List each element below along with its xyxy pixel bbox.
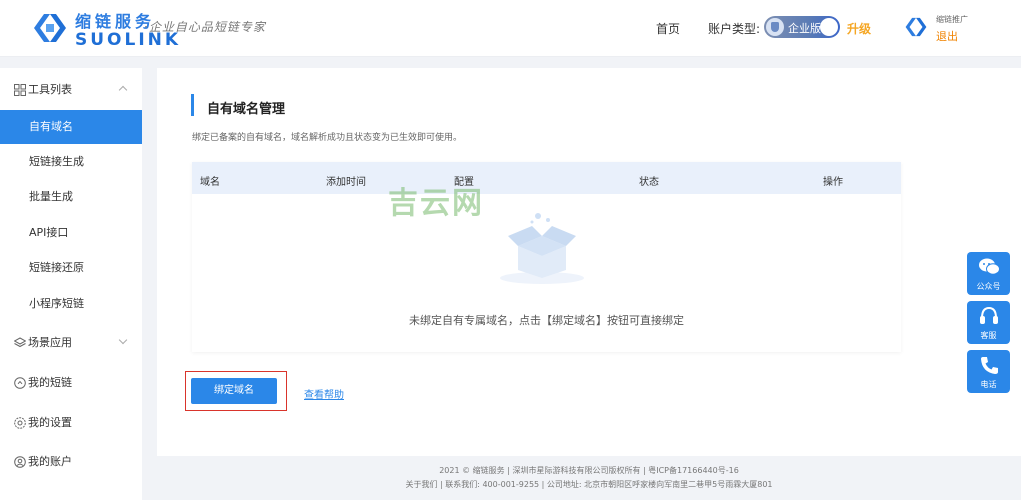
grid-icon <box>14 84 26 96</box>
sidebar-item-shortlink-restore[interactable]: 短链接还原 <box>0 251 142 285</box>
plan-name: 企业版 <box>788 22 821 35</box>
logout-link[interactable]: 退出 <box>936 28 958 44</box>
empty-state-text: 未绑定自有专属域名，点击【绑定域名】按钮可直接绑定 <box>409 314 684 327</box>
user-name: 缩链推广 <box>936 15 968 24</box>
page-description: 绑定已备案的自有域名，域名解析成功且状态变为已生效即可使用。 <box>192 133 463 143</box>
service-label: 客服 <box>980 331 997 340</box>
wechat-icon <box>979 258 1000 275</box>
sidebar-group-tools[interactable]: 工具列表 <box>0 73 142 107</box>
sidebar-item-label: 自有域名 <box>29 120 73 133</box>
table-header: 域名 添加时间 配置 状态 操作 <box>192 162 901 194</box>
upgrade-link[interactable]: 升级 <box>847 20 871 37</box>
gear-icon <box>14 417 26 429</box>
phone-button[interactable]: 电话 <box>967 350 1010 393</box>
wechat-label: 公众号 <box>976 282 1001 291</box>
sidebar-item-label: 我的短链 <box>28 376 72 389</box>
phone-icon <box>981 357 998 374</box>
help-link[interactable]: 查看帮助 <box>304 386 344 401</box>
wechat-official-button[interactable]: 公众号 <box>967 252 1010 295</box>
toggle-knob <box>820 18 838 36</box>
account-type-label: 账户类型: <box>708 22 761 36</box>
sidebar-group-scenes[interactable]: 场景应用 <box>0 326 142 360</box>
watermark: 吉云网 <box>388 186 484 221</box>
chevron-up-icon <box>118 85 128 95</box>
sidebar-item-label: 我的设置 <box>28 416 72 429</box>
sidebar-item-label: 短链接还原 <box>29 261 84 274</box>
page-title: 自有域名管理 <box>207 102 286 117</box>
sidebar-item-api[interactable]: API接口 <box>0 216 142 250</box>
column-header-domain: 域名 <box>200 177 220 188</box>
sidebar-item-label: 小程序短链 <box>29 297 84 310</box>
empty-box-illustration-icon <box>500 213 584 284</box>
sidebar-item-own-domain[interactable]: 自有域名 <box>0 110 142 144</box>
sidebar-item-label: API接口 <box>29 226 69 239</box>
sidebar-item-label: 工具列表 <box>28 83 72 96</box>
title-accent-bar <box>191 94 194 116</box>
layers-icon <box>14 337 26 348</box>
slogan: ·企业自心品短链专家 <box>144 20 266 34</box>
chevron-down-icon <box>118 335 128 345</box>
nav-home-link[interactable]: 首页 <box>656 20 680 37</box>
domain-table: 域名 添加时间 配置 状态 操作 未绑定自有专属域名，点击【绑定域名】按钮可直接… <box>192 162 901 352</box>
footer-links: 关于我们 | 联系我们: 400-001-9255 | 公司地址: 北京市朝阳区… <box>405 480 773 489</box>
column-header-status: 状态 <box>639 177 659 188</box>
sidebar-item-shortlink-generate[interactable]: 短链接生成 <box>0 145 142 179</box>
column-header-actions: 操作 <box>823 177 843 188</box>
column-header-added-time: 添加时间 <box>326 177 366 188</box>
sidebar-group-settings[interactable]: 我的设置 <box>0 406 142 440</box>
bind-domain-button[interactable]: 绑定域名 <box>191 378 277 404</box>
top-header: 缩链服务 SUOLINK ·企业自心品短链专家 首页 账户类型: 企业版 升级 … <box>0 0 1021 57</box>
plan-badge[interactable]: 企业版 <box>764 16 840 38</box>
sidebar-item-label: 短链接生成 <box>29 155 84 168</box>
sidebar-item-label: 场景应用 <box>28 336 72 349</box>
shield-icon <box>766 18 784 36</box>
sidebar-item-batch-generate[interactable]: 批量生成 <box>0 180 142 214</box>
link-circle-icon <box>14 377 26 389</box>
sidebar: 工具列表 自有域名 短链接生成 批量生成 API接口 短链接还原 小程序短链 场… <box>0 68 142 500</box>
sidebar-item-label: 批量生成 <box>29 190 73 203</box>
suolink-logo-icon[interactable] <box>30 10 70 46</box>
sidebar-item-miniprogram-link[interactable]: 小程序短链 <box>0 287 142 321</box>
phone-label: 电话 <box>980 380 997 389</box>
customer-service-button[interactable]: 客服 <box>967 301 1010 344</box>
headset-icon <box>980 306 998 324</box>
user-avatar-icon <box>905 17 927 37</box>
footer-copyright: 2021 © 缩链服务 | 深圳市星际游科技有限公司版权所有 | 粤ICP备17… <box>439 466 739 475</box>
sidebar-group-my-links[interactable]: 我的短链 <box>0 366 142 400</box>
